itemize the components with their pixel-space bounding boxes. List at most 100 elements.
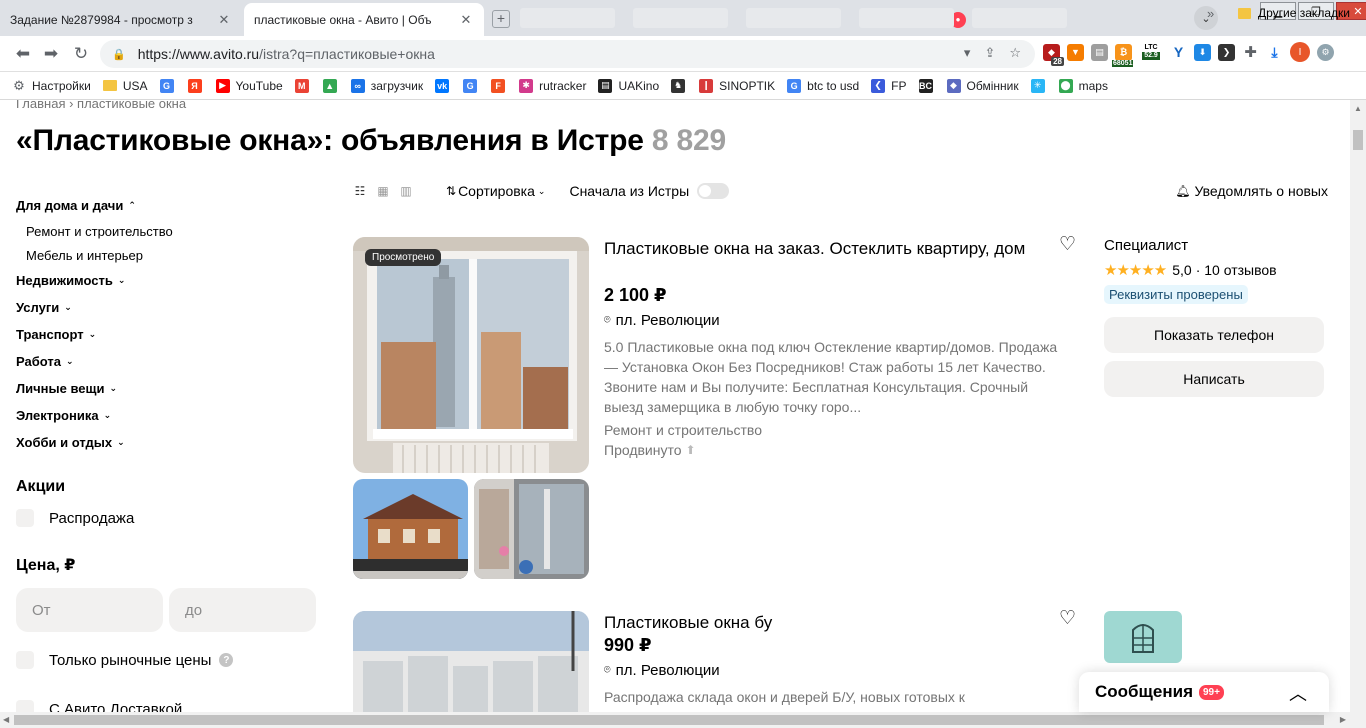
category-item[interactable]: Личные вещи ⌄ (16, 375, 321, 402)
bookmark-item[interactable]: Gbtc to usd (787, 78, 859, 93)
chevron-up-icon[interactable]: ︿ (1289, 680, 1307, 706)
subcategory-repair[interactable]: Ремонт и строительство (16, 219, 321, 243)
bookmark-item[interactable]: G (463, 78, 483, 93)
bookmark-item[interactable]: ◆ Обмінник (946, 78, 1019, 93)
listing-photo-main[interactable]: Просмотрено (353, 237, 589, 473)
seller-logo[interactable] (1104, 611, 1182, 663)
bookmark-item[interactable]: M (294, 78, 315, 93)
category-item[interactable]: Хобби и отдых ⌄ (16, 429, 321, 456)
bookmark-item[interactable]: USA (102, 79, 148, 93)
bookmark-item[interactable]: ∞ загрузчик (350, 78, 423, 93)
listing-photo-main[interactable] (353, 611, 589, 712)
extensions-puzzle-icon[interactable]: ✚ (1242, 43, 1259, 61)
bookmark-item[interactable]: F (491, 78, 511, 93)
url-input[interactable]: 🔒 https://www.avito.ru/istra?q=пластиков… (100, 40, 1035, 68)
listing-card[interactable]: Просмотрено Пластиковые окна на заказ. О… (353, 234, 1328, 582)
bookmark-item[interactable]: ▲ (322, 78, 343, 93)
tab-search-icon[interactable]: ⌄ (1194, 6, 1218, 30)
faded-tab[interactable] (972, 8, 1067, 28)
price-from-input[interactable] (16, 588, 163, 632)
scroll-thumb[interactable] (14, 715, 1324, 725)
category-item[interactable]: Транспорт ⌄ (16, 321, 321, 348)
share-icon[interactable]: ⇪ (984, 45, 995, 61)
other-bookmarks[interactable]: Другие закладки (1238, 6, 1350, 20)
bookmark-item[interactable]: ✳ (1030, 78, 1051, 93)
price-to-input[interactable] (169, 588, 316, 632)
delivery-checkbox[interactable] (16, 700, 34, 712)
notify-new-button[interactable]: 🔔︎ Уведомлять о новых (1175, 183, 1328, 199)
browser-tab[interactable]: SP Задание №2879984 - просмотр з ✕ (0, 3, 721, 36)
profile-avatar[interactable]: I (1290, 42, 1310, 62)
bookmark-item[interactable]: Я (187, 78, 208, 93)
local-first-toggle[interactable] (697, 183, 730, 199)
bookmark-item[interactable]: BC (918, 78, 939, 93)
download-helper-icon[interactable]: ⬇ (1194, 43, 1211, 61)
market-price-filter[interactable]: Только рыночные цены ? (16, 644, 321, 676)
delivery-filter[interactable]: С Авито Доставкой (16, 693, 321, 712)
close-tab-icon[interactable]: ✕ (216, 12, 232, 28)
bookmark-star-icon[interactable]: ☆ (1009, 45, 1021, 61)
bookmark-item[interactable]: ⚙ Настройки (12, 78, 91, 93)
bookmarks-more-icon[interactable]: » (1207, 6, 1214, 21)
category-item[interactable]: Недвижимость ⌄ (16, 267, 321, 294)
faded-tab[interactable] (633, 8, 728, 28)
bookmark-item[interactable]: ✱ rutracker (519, 78, 586, 93)
forward-arrow-icon[interactable]: ➡ (40, 43, 62, 65)
litecoin-icon[interactable]: LTC 52.9 (1139, 43, 1163, 61)
scroll-thumb[interactable] (1353, 130, 1363, 150)
bookmark-item[interactable]: ♞ (671, 78, 691, 93)
faded-tab[interactable] (520, 8, 615, 28)
category-item[interactable]: Электроника ⌄ (16, 402, 321, 429)
write-message-button[interactable]: Написать (1104, 361, 1324, 397)
category-home-garden[interactable]: Для дома и дачи ⌃ (16, 192, 321, 219)
local-first-toggle-row[interactable]: Сначала из Истры (569, 183, 730, 199)
map-view-icon[interactable]: ▥ (399, 184, 413, 198)
bookmark-item[interactable]: vk (435, 78, 455, 93)
faded-tab[interactable] (746, 8, 841, 28)
v-extension-icon[interactable]: Y (1170, 43, 1187, 61)
briefcase-icon[interactable]: ▤ (1091, 43, 1108, 61)
sale-filter[interactable]: Распродажа (16, 502, 321, 534)
listing-title[interactable]: Пластиковые окна бу (604, 611, 1044, 635)
bitcoin-icon[interactable]: ₿ 68051 (1112, 43, 1134, 67)
scroll-left-icon[interactable]: ◀ (3, 715, 9, 724)
bookmark-item[interactable]: ▤ UAKino (598, 78, 659, 93)
browser-tab-active[interactable]: ● пластиковые окна - Авито | Объ ✕ (244, 3, 966, 36)
bookmark-item[interactable]: ⬤ maps (1058, 78, 1108, 93)
favorite-heart-icon[interactable]: ♡ (1059, 607, 1076, 630)
lock-icon[interactable]: 🔒 (112, 48, 126, 61)
terminal-icon[interactable]: ❯ (1218, 43, 1235, 61)
close-tab-icon[interactable]: ✕ (458, 12, 474, 28)
seller-name[interactable]: Специалист (1104, 237, 1324, 257)
bookmark-item[interactable]: ❮ FP (871, 78, 907, 93)
scroll-right-icon[interactable]: ▶ (1340, 715, 1346, 724)
scroll-up-icon[interactable]: ▲ (1354, 104, 1362, 113)
subcategory-furniture[interactable]: Мебель и интерьер (16, 243, 321, 267)
downloads-icon[interactable]: ⤓ (1266, 43, 1283, 61)
show-phone-button[interactable]: Показать телефон (1104, 317, 1324, 353)
faded-tab[interactable] (859, 8, 954, 28)
new-tab-button[interactable]: + (492, 10, 510, 28)
listing-photo-thumb[interactable] (353, 479, 468, 579)
back-arrow-icon[interactable]: ⬅ (12, 43, 34, 65)
brave-lion-icon[interactable]: ▼ (1067, 43, 1084, 61)
listing-title[interactable]: Пластиковые окна на заказ. Остеклить ква… (604, 237, 1044, 261)
sort-dropdown[interactable]: ⇅ Сортировка ⌄ (446, 183, 545, 199)
bookmark-item[interactable]: ❙ SINOPTIK (699, 78, 775, 93)
horizontal-scrollbar[interactable]: ◀ ▶ (0, 712, 1366, 728)
browser-update-icon[interactable]: ⚙ (1317, 43, 1334, 61)
grid-view-icon[interactable]: ▦ (376, 184, 390, 198)
bookmark-item[interactable]: G (159, 78, 180, 93)
seller-rating[interactable]: ★★★★★ 5,0 · 10 отзывов (1104, 259, 1324, 281)
list-view-icon[interactable]: ☷ (353, 184, 367, 198)
category-item[interactable]: Услуги ⌄ (16, 294, 321, 321)
vertical-scrollbar[interactable]: ▲ (1350, 100, 1366, 712)
sale-checkbox[interactable] (16, 509, 34, 527)
help-icon[interactable]: ? (219, 653, 234, 667)
dropdown-icon[interactable]: ▾ (964, 45, 971, 61)
favorite-heart-icon[interactable]: ♡ (1059, 233, 1076, 256)
reload-icon[interactable]: ↻ (70, 43, 92, 65)
messages-widget[interactable]: Сообщения 99+ ︿ (1079, 672, 1329, 712)
ublock-icon[interactable]: ◆ 28 (1043, 43, 1064, 66)
listing-photo-thumb[interactable] (474, 479, 589, 579)
